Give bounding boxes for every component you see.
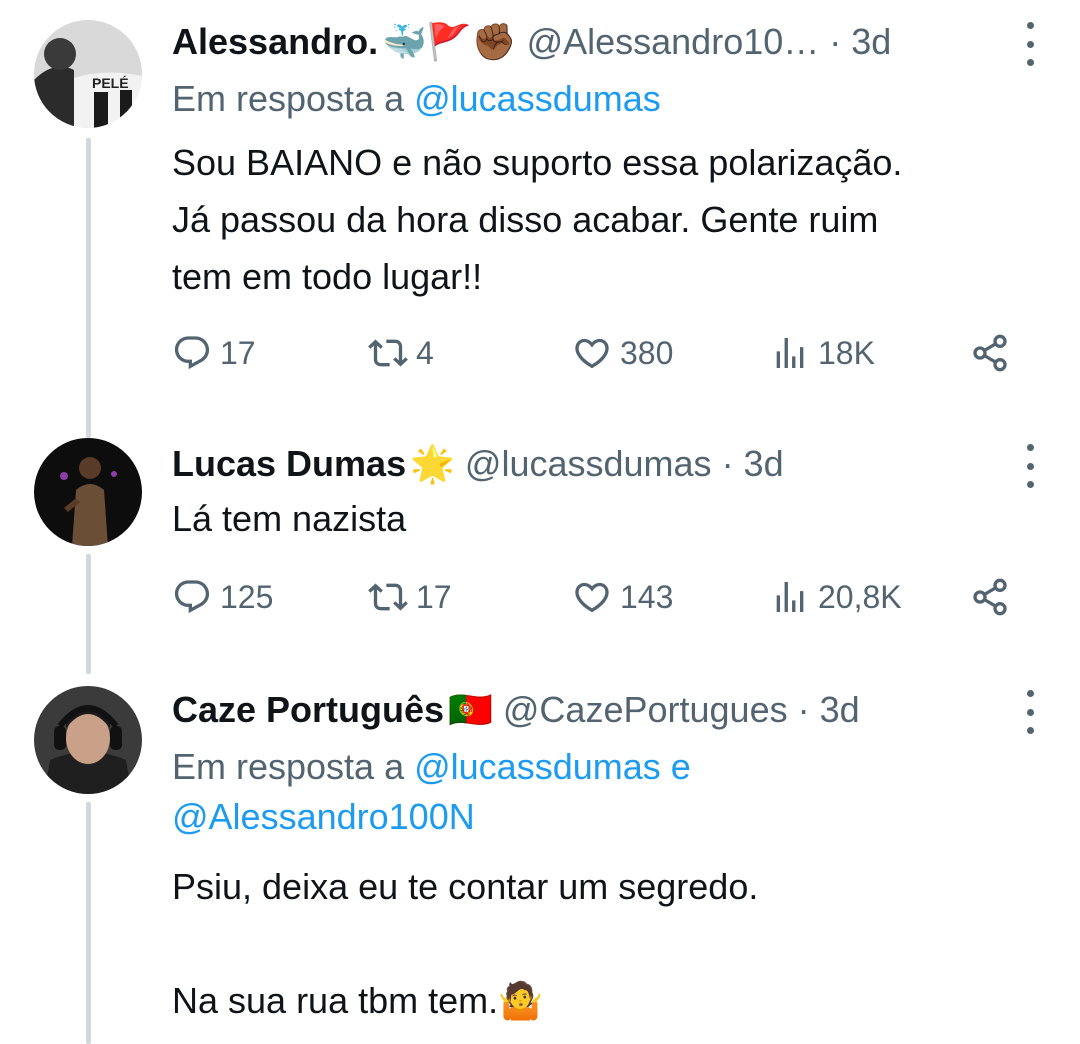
more-icon[interactable]: [1024, 444, 1036, 488]
name-emoji: 🇵🇹: [448, 689, 493, 730]
reply-prefix: Em resposta a: [172, 78, 415, 119]
avatar-text: PELÉ: [92, 75, 129, 91]
view-count: 20,8K: [818, 578, 902, 615]
thread-line: [86, 802, 91, 1044]
tweet-text: Psiu, deixa eu te contar um segredo. Na …: [172, 866, 759, 1021]
share-button[interactable]: [970, 328, 1018, 378]
tweet-header: Alessandro. 🐳🚩✊🏾 @Alessandro10… · 3d: [172, 14, 891, 70]
heart-icon: [575, 582, 609, 613]
tweet-text: Sou BAIANO e não suporto essa polarizaçã…: [172, 142, 903, 297]
avatar[interactable]: [34, 686, 142, 794]
display-name[interactable]: Lucas Dumas: [172, 443, 406, 485]
views-icon: [776, 338, 804, 368]
handle[interactable]: @lucassdumas: [465, 443, 712, 485]
reply-to: Em resposta a @lucassdumas: [172, 74, 1012, 124]
tweet-header: Caze Português 🇵🇹 @CazePortugues · 3d: [172, 682, 860, 738]
view-count: 18K: [818, 334, 875, 371]
handle[interactable]: @Alessandro10…: [527, 21, 820, 63]
retweet-count: 17: [416, 578, 452, 615]
share-icon: [973, 578, 1007, 616]
share-button[interactable]: [970, 572, 1018, 622]
handle[interactable]: @CazePortugues: [503, 689, 788, 731]
share-icon: [973, 334, 1007, 372]
heart-icon: [575, 338, 609, 369]
reply-count: 17: [220, 334, 256, 371]
like-button[interactable]: 143: [572, 572, 673, 622]
retweet-button[interactable]: 17: [368, 572, 452, 622]
thread-line: [86, 138, 91, 438]
tweet-header: Lucas Dumas 🌟 @lucassdumas · 3d: [172, 436, 784, 492]
tweet-text: Lá tem nazista: [172, 498, 407, 539]
timestamp[interactable]: · 3d: [798, 689, 860, 731]
views-button[interactable]: 18K: [770, 328, 875, 378]
reply-count: 125: [220, 578, 274, 615]
reply-to: Em resposta a @lucassdumas e @Alessandro…: [172, 742, 1012, 842]
avatar[interactable]: [34, 438, 142, 546]
reply-prefix: Em resposta a: [172, 746, 415, 787]
thread-line: [86, 554, 91, 674]
like-button[interactable]: 380: [572, 328, 673, 378]
timestamp[interactable]: · 3d: [829, 21, 891, 63]
avatar-image: [34, 686, 142, 794]
more-icon[interactable]: [1024, 22, 1036, 66]
retweet-icon: [368, 339, 408, 367]
retweet-count: 4: [416, 334, 434, 371]
reply-icon: [174, 580, 210, 614]
avatar-image: PELÉ: [34, 20, 142, 128]
name-emoji: 🐳🚩✊🏾: [382, 21, 517, 62]
reply-button[interactable]: 125: [172, 572, 273, 622]
display-name[interactable]: Alessandro.: [172, 21, 378, 63]
display-name[interactable]: Caze Português: [172, 689, 444, 731]
retweet-icon: [368, 583, 408, 611]
retweet-button[interactable]: 4: [368, 328, 434, 378]
more-icon[interactable]: [1024, 690, 1036, 734]
like-count: 143: [620, 578, 674, 615]
views-button[interactable]: 20,8K: [770, 572, 902, 622]
action-bar: 125 17 143 20,8K: [172, 572, 1012, 622]
name-emoji: 🌟: [410, 443, 455, 484]
avatar-image: [34, 438, 142, 546]
like-count: 380: [620, 334, 674, 371]
action-bar: 17 4 380 18K: [172, 328, 1012, 378]
reply-user-link[interactable]: @lucassdumas: [414, 78, 661, 119]
views-icon: [776, 582, 804, 612]
timestamp[interactable]: · 3d: [722, 443, 784, 485]
avatar[interactable]: PELÉ: [34, 20, 142, 128]
reply-button[interactable]: 17: [172, 328, 256, 378]
reply-icon: [174, 336, 210, 370]
